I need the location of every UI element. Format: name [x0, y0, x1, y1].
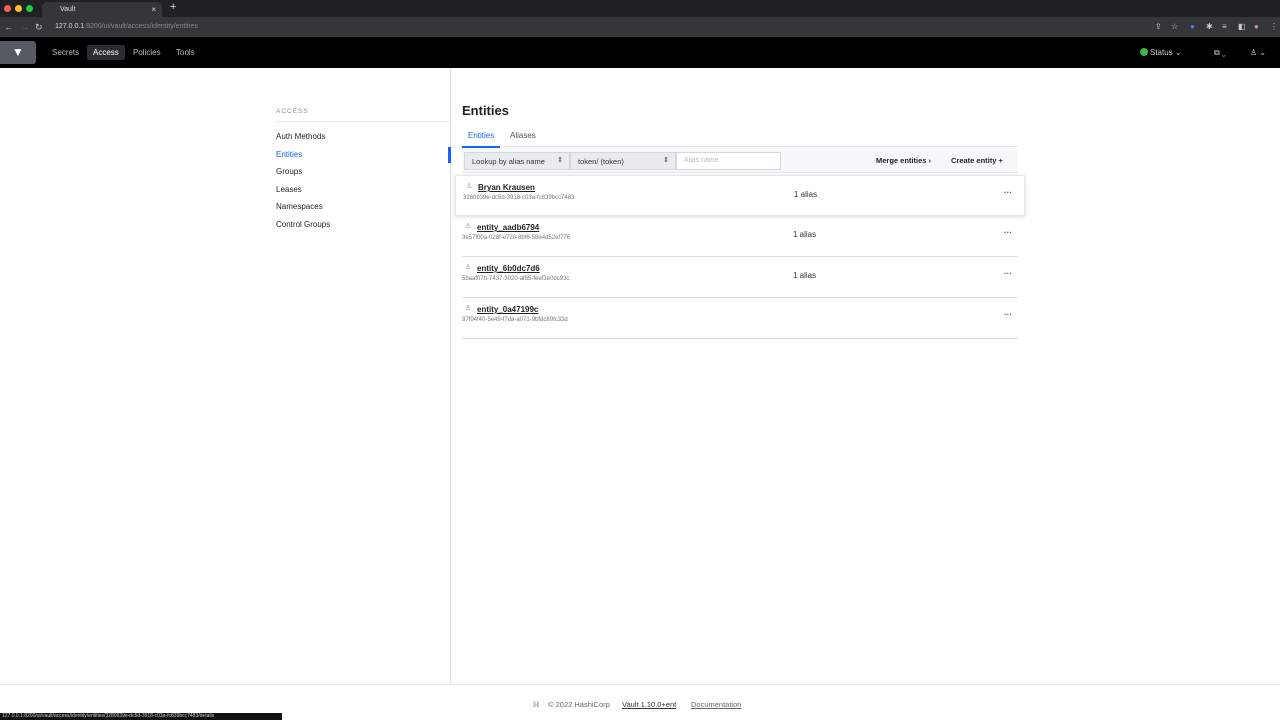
sidebar-item-leases[interactable]: Leases: [276, 185, 302, 194]
browser-tab[interactable]: Vault ×: [42, 2, 162, 17]
user-icon: ♙: [465, 264, 472, 271]
user-icon: ♙: [465, 223, 472, 230]
merge-entities-button[interactable]: Merge entities ›: [876, 156, 931, 165]
tab-entities[interactable]: Entities: [462, 131, 501, 148]
hashicorp-logo-icon: ℍ: [533, 700, 540, 709]
entity-id: 3280939e-dc5d-3918-c03a-fc839bcc7483: [463, 195, 575, 201]
forward-icon[interactable]: →: [20, 22, 29, 32]
address-bar: ← → ↻ 127.0.0.1:8200/ui/vault/access/ide…: [0, 17, 1280, 37]
alias-count: 1 alias: [793, 271, 817, 280]
status-label: Status: [1150, 48, 1173, 57]
sidebar-item-groups[interactable]: Groups: [276, 167, 302, 176]
url-input[interactable]: 127.0.0.1:8200/ui/vault/access/identity/…: [55, 23, 198, 30]
page-title: Entities: [462, 103, 509, 118]
version-link[interactable]: Vault 1.10.0+ent: [622, 700, 676, 709]
nav-policies[interactable]: Policies: [127, 45, 167, 60]
new-tab-icon[interactable]: +: [170, 1, 176, 13]
create-label: Create entity: [951, 156, 997, 165]
sidepanel-icon[interactable]: ◧: [1238, 22, 1246, 31]
alias-count: 1 alias: [793, 230, 817, 239]
back-icon[interactable]: ←: [4, 22, 13, 32]
reload-icon[interactable]: ↻: [35, 22, 43, 33]
mount-select[interactable]: token/ (token) ⇕: [570, 152, 676, 170]
table-row[interactable]: ♙ entity_aadb6794 3e57f00a-028f-e720-8bf…: [462, 216, 1018, 257]
lookup-type-value: Lookup by alias name: [472, 157, 545, 166]
reading-list-icon[interactable]: ≡: [1222, 22, 1227, 31]
app-navbar: ▼ Secrets Access Policies Tools Status ⌄…: [0, 37, 1280, 68]
sidebar-item-namespaces[interactable]: Namespaces: [276, 202, 323, 211]
url-host: 127.0.0.1: [55, 23, 85, 30]
table-row[interactable]: ♙ entity_6b0dc7d6 5baaf07b-7437-3020-af5…: [462, 257, 1018, 298]
share-icon[interactable]: ⇪: [1155, 22, 1162, 31]
user-icon: ♙: [465, 305, 472, 312]
more-options-icon[interactable]: ···: [1004, 269, 1012, 278]
user-icon: ♙: [466, 183, 473, 190]
console-icon[interactable]: ⧉ ⌄: [1214, 48, 1226, 58]
create-entity-button[interactable]: Create entity +: [951, 156, 1003, 165]
entity-name-link[interactable]: Bryan Krausen: [478, 183, 535, 192]
table-row[interactable]: ♙ entity_0a47199c 97f04f40-5e49-f7da-a07…: [462, 298, 1018, 339]
close-window-icon[interactable]: [4, 5, 11, 12]
more-options-icon[interactable]: ···: [1004, 228, 1012, 237]
status-menu[interactable]: Status ⌄: [1140, 48, 1182, 57]
entity-id: 5baaf07b-7437-3020-af55-feef3e0dc93c: [462, 276, 570, 282]
entity-id: 3e57f00a-028f-e720-8bf6-58e4d52ef776: [462, 235, 571, 241]
url-path: :8200/ui/vault/access/identity/entities: [84, 23, 198, 30]
menu-icon[interactable]: ⋮: [1270, 22, 1278, 31]
chevron-updown-icon: ⇕: [557, 157, 563, 164]
lookup-type-select[interactable]: Lookup by alias name ⇕: [464, 152, 570, 170]
extension-icon[interactable]: ●: [1190, 22, 1195, 31]
nav-access[interactable]: Access: [87, 45, 125, 60]
sidebar: ACCESS Auth Methods Entities Groups Leas…: [0, 68, 451, 684]
profile-avatar-icon[interactable]: ●: [1254, 22, 1259, 31]
alias-name-input[interactable]: Alias name: [676, 152, 781, 170]
mount-value: token/ (token): [578, 157, 624, 166]
copyright: © 2022 HashiCorp: [548, 700, 610, 709]
browser-status-url: 127.0.0.1:8200/ui/vault/access/identity/…: [0, 713, 282, 720]
tabs: Entities Aliases: [462, 130, 1018, 148]
documentation-link[interactable]: Documentation: [691, 700, 741, 709]
user-menu-icon[interactable]: ♙ ⌄: [1250, 48, 1266, 57]
tab-aliases[interactable]: Aliases: [510, 131, 536, 140]
alias-count: 1 alias: [794, 190, 818, 199]
browser-tabbar: Vault × +: [0, 0, 1280, 17]
entity-name-link[interactable]: entity_6b0dc7d6: [477, 264, 540, 273]
entity-id: 97f04f40-5e49-f7da-a071-9bfdc89fc33d: [462, 317, 568, 323]
chevron-right-icon: ›: [928, 156, 932, 165]
sidebar-item-entities[interactable]: Entities: [276, 150, 302, 159]
vault-logo-icon[interactable]: ▼: [0, 41, 36, 64]
close-tab-icon[interactable]: ×: [151, 5, 156, 14]
chevron-updown-icon: ⇕: [663, 157, 669, 164]
active-indicator: [448, 147, 451, 163]
status-ok-icon: [1140, 48, 1148, 56]
sidebar-item-auth-methods[interactable]: Auth Methods: [276, 132, 325, 141]
bookmark-star-icon[interactable]: ☆: [1171, 22, 1178, 31]
more-options-icon[interactable]: ···: [1004, 310, 1012, 319]
merge-label: Merge entities: [876, 156, 927, 165]
minimize-window-icon[interactable]: [15, 5, 22, 12]
puzzle-icon[interactable]: ✱: [1206, 22, 1213, 31]
entity-name-link[interactable]: entity_aadb6794: [477, 223, 539, 232]
plus-icon: +: [998, 156, 1003, 165]
toolbar: Lookup by alias name ⇕ token/ (token) ⇕ Al…: [462, 148, 1018, 173]
nav-secrets[interactable]: Secrets: [46, 45, 85, 60]
entity-name-link[interactable]: entity_0a47199c: [477, 305, 538, 314]
tab-title: Vault: [60, 6, 76, 13]
maximize-window-icon[interactable]: [26, 5, 33, 12]
divider: [276, 121, 451, 122]
nav-tools[interactable]: Tools: [170, 45, 201, 60]
more-options-icon[interactable]: ···: [1004, 188, 1012, 197]
sidebar-item-control-groups[interactable]: Control Groups: [276, 220, 330, 229]
sidebar-heading: ACCESS: [276, 108, 309, 115]
table-row[interactable]: ♙ Bryan Krausen 3280939e-dc5d-3918-c03a-…: [455, 175, 1025, 216]
